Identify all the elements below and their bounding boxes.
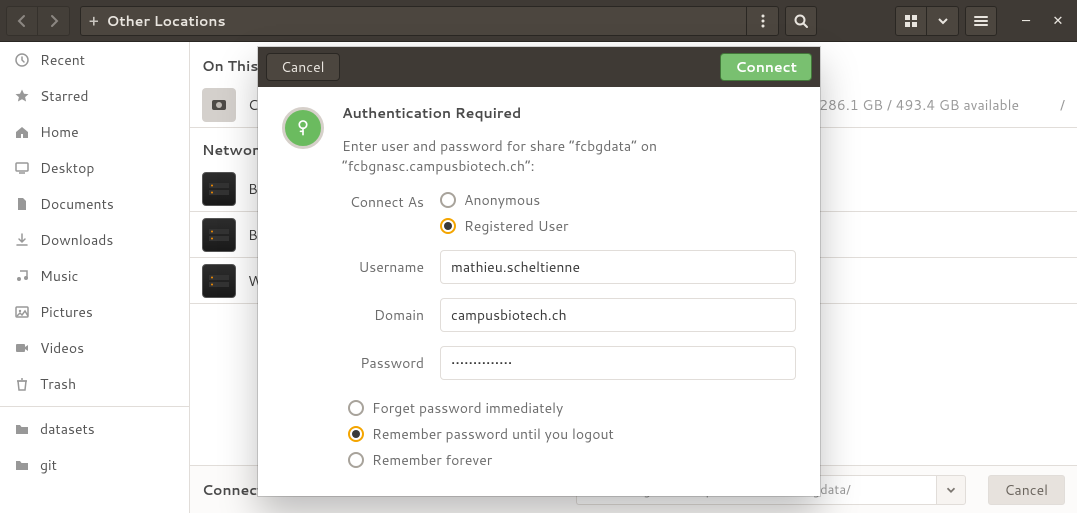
home-icon <box>14 124 30 140</box>
sidebar-item-desktop[interactable]: Desktop <box>0 150 189 186</box>
plus-icon: + <box>89 11 99 31</box>
drive-stats: 286.1 GB / 493.4 GB available <box>819 95 1019 115</box>
location-bar[interactable]: + Other Locations <box>80 6 779 36</box>
password-input[interactable] <box>440 346 796 380</box>
sidebar-item-label: Documents <box>40 194 114 214</box>
back-button[interactable] <box>6 6 38 36</box>
username-label: Username <box>342 257 424 277</box>
sidebar-item-label: Music <box>40 266 78 286</box>
forward-button[interactable] <box>38 6 70 36</box>
documents-icon <box>14 196 30 212</box>
sidebar-item-videos[interactable]: Videos <box>0 330 189 366</box>
sidebar-item-music[interactable]: Music <box>0 258 189 294</box>
hamburger-menu-button[interactable] <box>965 6 997 36</box>
sidebar-item-trash[interactable]: Trash <box>0 366 189 402</box>
close-button[interactable]: ✕ <box>1045 8 1071 34</box>
videos-icon <box>14 340 30 356</box>
username-input[interactable] <box>440 250 796 284</box>
header-bar: + Other Locations ─ <box>0 0 1077 42</box>
sidebar-item-datasets[interactable]: datasets <box>0 411 189 447</box>
sidebar-item-label: Home <box>40 122 79 142</box>
radio-anonymous[interactable]: Anonymous <box>440 190 796 210</box>
sidebar-item-label: Desktop <box>40 158 94 178</box>
folder-icon <box>14 421 30 437</box>
sidebar-item-label: Downloads <box>40 230 113 250</box>
music-icon <box>14 268 30 284</box>
star-icon <box>14 88 30 104</box>
footer-cancel-button[interactable]: Cancel <box>988 475 1066 505</box>
sidebar-item-documents[interactable]: Documents <box>0 186 189 222</box>
radio-remember-forever[interactable]: Remember forever <box>348 450 796 470</box>
harddisk-icon <box>202 88 236 122</box>
sidebar-item-starred[interactable]: Starred <box>0 78 189 114</box>
network-share-icon <box>202 264 236 298</box>
server-history-button[interactable] <box>936 475 966 505</box>
sidebar-item-label: git <box>40 455 57 475</box>
network-share-icon <box>202 172 236 206</box>
radio-registered-user[interactable]: Registered User <box>440 216 796 236</box>
sidebar: Recent Starred Home Desktop Documents Downloa… <box>0 42 190 513</box>
radio-remember-session[interactable]: Remember password until you logout <box>348 424 796 444</box>
view-icon-button[interactable] <box>895 6 927 36</box>
sidebar-item-label: Pictures <box>40 302 93 322</box>
downloads-icon <box>14 232 30 248</box>
sidebar-item-label: Videos <box>40 338 84 358</box>
drive-mount: / <box>1039 95 1065 115</box>
view-menu-button[interactable] <box>927 6 959 36</box>
radio-forget-immediately[interactable]: Forget password immediately <box>348 398 796 418</box>
location-label: Other Locations <box>107 11 226 31</box>
auth-dialog: Cancel Connect Authentication Required E… <box>258 47 820 496</box>
connect-as-label: Connect As <box>342 190 424 212</box>
dialog-cancel-button[interactable]: Cancel <box>266 53 340 81</box>
sidebar-item-home[interactable]: Home <box>0 114 189 150</box>
pictures-icon <box>14 304 30 320</box>
minimize-button[interactable]: ─ <box>1013 8 1039 34</box>
location-menu-button[interactable] <box>746 7 778 35</box>
network-share-icon <box>202 218 236 252</box>
domain-label: Domain <box>342 305 424 325</box>
search-button[interactable] <box>785 6 817 36</box>
dialog-connect-button[interactable]: Connect <box>720 53 812 81</box>
dialog-title: Authentication Required <box>342 103 796 123</box>
folder-icon <box>14 457 30 473</box>
desktop-icon <box>14 160 30 176</box>
lock-badge-icon <box>282 107 324 149</box>
clock-icon <box>14 52 30 68</box>
sidebar-item-downloads[interactable]: Downloads <box>0 222 189 258</box>
sidebar-item-label: datasets <box>40 419 95 439</box>
password-label: Password <box>342 353 424 373</box>
trash-icon <box>14 376 30 392</box>
sidebar-item-pictures[interactable]: Pictures <box>0 294 189 330</box>
sidebar-item-label: Trash <box>40 374 76 394</box>
domain-input[interactable] <box>440 298 796 332</box>
sidebar-item-label: Recent <box>40 50 85 70</box>
sidebar-item-recent[interactable]: Recent <box>0 42 189 78</box>
dialog-message: Enter user and password for share “fcbgd… <box>342 137 796 176</box>
sidebar-item-label: Starred <box>40 86 89 106</box>
sidebar-item-git[interactable]: git <box>0 447 189 483</box>
